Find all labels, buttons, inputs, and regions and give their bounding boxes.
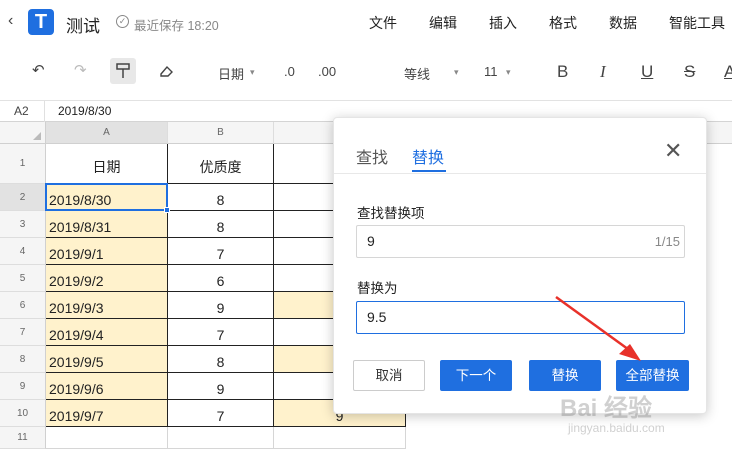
match-count: 1/15 [654, 234, 680, 249]
row-header[interactable]: 9 [0, 373, 46, 400]
empty-cell[interactable] [46, 427, 168, 449]
date-cell[interactable]: 2019/9/6 [46, 373, 168, 400]
row-header[interactable]: 1 [0, 144, 46, 184]
date-cell[interactable]: 2019/9/3 [46, 292, 168, 319]
next-button[interactable]: 下一个 [440, 360, 512, 391]
menu-insert[interactable]: 插入 [489, 13, 517, 33]
eraser-icon[interactable] [158, 64, 174, 78]
header-cell-quality[interactable]: 优质度 [168, 144, 274, 184]
underline-button[interactable]: U [641, 62, 653, 82]
select-all-icon [33, 132, 41, 140]
find-label: 查找替换项 [357, 206, 425, 221]
menu-edit[interactable]: 编辑 [429, 13, 457, 33]
find-input[interactable]: 9 1/15 [356, 225, 685, 258]
dialog-divider [334, 173, 706, 174]
empty-cell[interactable] [168, 427, 274, 449]
format-painter-button[interactable] [110, 58, 136, 84]
decrease-decimal-button[interactable]: .0 [284, 64, 295, 79]
watermark: Bai 经验 [560, 395, 653, 422]
menu-file[interactable]: 文件 [369, 13, 397, 33]
formula-divider [44, 101, 45, 122]
menu-format[interactable]: 格式 [549, 13, 577, 33]
replace-button[interactable]: 替换 [529, 360, 601, 391]
date-cell[interactable]: 2019/8/31 [46, 211, 168, 238]
format-painter-icon [116, 63, 130, 78]
replace-input-value: 9.5 [367, 309, 387, 325]
header-cell-date[interactable]: 日期 [46, 144, 168, 184]
date-cell[interactable]: 2019/9/2 [46, 265, 168, 292]
active-tab-indicator [412, 170, 446, 172]
back-icon[interactable]: ‹ [8, 12, 13, 30]
date-cell[interactable]: 2019/9/5 [46, 346, 168, 373]
find-input-value: 9 [367, 233, 375, 249]
row-header[interactable]: 10 [0, 400, 46, 427]
quality-cell[interactable]: 8 [168, 184, 274, 211]
italic-button[interactable]: I [600, 62, 606, 82]
empty-cell[interactable] [274, 427, 406, 449]
font-size-dropdown[interactable]: 11 [484, 64, 498, 79]
replace-input[interactable]: 9.5 [356, 301, 685, 334]
number-format-dropdown[interactable]: 日期 [218, 64, 244, 83]
document-title[interactable]: 测试 [66, 12, 100, 37]
quality-cell[interactable]: 9 [168, 373, 274, 400]
cell-selection-box [45, 183, 168, 211]
quality-cell[interactable]: 6 [168, 265, 274, 292]
tab-replace[interactable]: 替换 [412, 144, 444, 168]
formula-input[interactable]: 2019/8/30 [58, 104, 111, 118]
bold-button[interactable]: B [557, 62, 568, 82]
watermark-url: jingyan.baidu.com [568, 421, 665, 435]
font-family-caret-icon[interactable]: ▾ [454, 67, 459, 78]
redo-icon[interactable]: ↷ [74, 61, 87, 79]
find-replace-dialog: 查找 替换 ✕ 查找替换项 9 1/15 替换为 9.5 取消 下一个 替换 全… [333, 117, 707, 414]
number-format-caret-icon[interactable]: ▾ [250, 67, 255, 78]
row-header[interactable]: 5 [0, 265, 46, 292]
row-header[interactable]: 6 [0, 292, 46, 319]
font-family-dropdown[interactable]: 等线 [404, 64, 430, 83]
save-status: 最近保存 18:20 [134, 19, 219, 33]
font-size-caret-icon[interactable]: ▾ [506, 67, 511, 78]
row-header[interactable]: 3 [0, 211, 46, 238]
app-logo-icon[interactable]: T [28, 9, 54, 35]
row-header[interactable]: 2 [0, 184, 46, 211]
row-header[interactable]: 7 [0, 319, 46, 346]
save-check-icon: ✓ [116, 15, 129, 28]
toolbar: ↶ ↷ 日期 ▾ .0 .00 等线 ▾ 11 ▾ B I U S A [0, 46, 732, 100]
increase-decimal-button[interactable]: .00 [318, 64, 336, 79]
column-header-b[interactable]: B [168, 122, 274, 144]
quality-cell[interactable]: 7 [168, 319, 274, 346]
replace-label: 替换为 [357, 281, 398, 296]
replace-all-button[interactable]: 全部替换 [616, 360, 689, 391]
close-icon[interactable]: ✕ [664, 140, 682, 162]
strikethrough-button[interactable]: S [684, 62, 695, 82]
fill-handle[interactable] [164, 207, 170, 213]
menu-smart-tools[interactable]: 智能工具 [669, 13, 725, 33]
row-header[interactable]: 8 [0, 346, 46, 373]
cell-reference[interactable]: A2 [14, 104, 29, 118]
quality-cell[interactable]: 8 [168, 346, 274, 373]
quality-cell[interactable]: 7 [168, 400, 274, 427]
column-header-a[interactable]: A [46, 122, 168, 144]
undo-icon[interactable]: ↶ [32, 61, 45, 79]
date-cell[interactable]: 2019/9/7 [46, 400, 168, 427]
quality-cell[interactable]: 8 [168, 211, 274, 238]
tab-find[interactable]: 查找 [356, 144, 388, 168]
row-header[interactable]: 11 [0, 427, 46, 449]
font-color-button[interactable]: A [724, 62, 732, 82]
row-header[interactable]: 4 [0, 238, 46, 265]
date-cell[interactable]: 2019/9/4 [46, 319, 168, 346]
title-bar: ‹ T 测试 ✓ 最近保存 18:20 文件 编辑 插入 格式 数据 智能工具 [0, 0, 732, 46]
menu-data[interactable]: 数据 [609, 13, 637, 33]
quality-cell[interactable]: 9 [168, 292, 274, 319]
date-cell[interactable]: 2019/9/1 [46, 238, 168, 265]
select-all-corner[interactable] [0, 122, 46, 144]
quality-cell[interactable]: 7 [168, 238, 274, 265]
cancel-button[interactable]: 取消 [353, 360, 425, 391]
